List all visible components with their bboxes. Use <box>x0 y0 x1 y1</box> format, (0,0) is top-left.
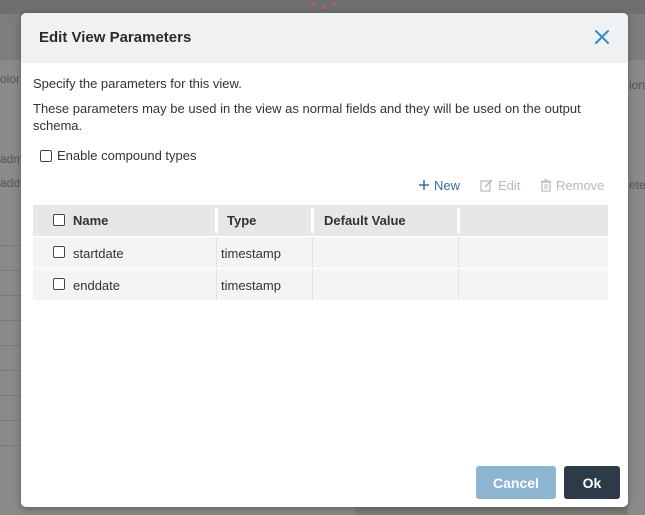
background-label: olor <box>0 72 21 86</box>
loading-spinner-icon <box>322 5 326 9</box>
plus-icon <box>419 180 429 190</box>
enable-compound-types-option[interactable]: Enable compound types <box>40 148 196 163</box>
table-header: Name Type Default Value <box>33 205 608 236</box>
dialog-header: Edit View Parameters <box>21 13 628 63</box>
edit-view-parameters-dialog: Edit View Parameters Specify the paramet… <box>21 13 628 507</box>
cancel-button[interactable]: Cancel <box>476 466 556 499</box>
background-label: adm <box>0 152 24 166</box>
trash-icon <box>541 178 551 192</box>
loading-spinner-icon <box>333 2 337 6</box>
compound-types-checkbox[interactable] <box>40 149 52 162</box>
parameter-name: startdate <box>73 246 124 261</box>
column-resize-handle[interactable] <box>215 208 218 233</box>
ok-button[interactable]: Ok <box>564 466 620 499</box>
new-button[interactable]: New <box>418 176 460 194</box>
close-icon[interactable] <box>593 28 611 46</box>
parameter-type: timestamp <box>221 278 281 293</box>
column-resize-handle[interactable] <box>457 208 460 233</box>
row-checkbox[interactable] <box>53 246 65 258</box>
background-label: add <box>0 176 21 190</box>
select-all-checkbox[interactable] <box>53 214 65 226</box>
column-header-name[interactable]: Name <box>73 213 108 228</box>
remove-button-label: Remove <box>556 177 605 193</box>
parameters-table: Name Type Default Value startdate timest… <box>33 205 608 300</box>
column-header-default-value[interactable]: Default Value <box>324 213 406 228</box>
dialog-description-detail: These parameters may be used in the view… <box>33 101 581 133</box>
dialog-description: Specify the parameters for this view. <box>33 76 242 91</box>
compound-types-label: Enable compound types <box>57 148 197 163</box>
background-label: ion <box>629 78 645 92</box>
new-button-label: New <box>434 177 461 193</box>
row-checkbox[interactable] <box>53 278 65 290</box>
parameter-name: enddate <box>73 278 120 293</box>
edit-icon <box>480 178 493 192</box>
loading-spinner-icon <box>311 2 315 6</box>
table-row[interactable]: enddate timestamp <box>33 268 608 300</box>
parameter-type: timestamp <box>221 246 281 261</box>
background-label: ete <box>629 178 645 192</box>
edit-button[interactable]: Edit <box>480 176 520 194</box>
table-row[interactable]: startdate timestamp <box>33 236 608 268</box>
dialog-title: Edit View Parameters <box>39 29 192 46</box>
edit-button-label: Edit <box>498 177 521 193</box>
column-resize-handle[interactable] <box>311 208 314 233</box>
column-header-type[interactable]: Type <box>227 213 256 228</box>
remove-button[interactable]: Remove <box>540 176 604 194</box>
background-right-panel <box>628 60 645 515</box>
